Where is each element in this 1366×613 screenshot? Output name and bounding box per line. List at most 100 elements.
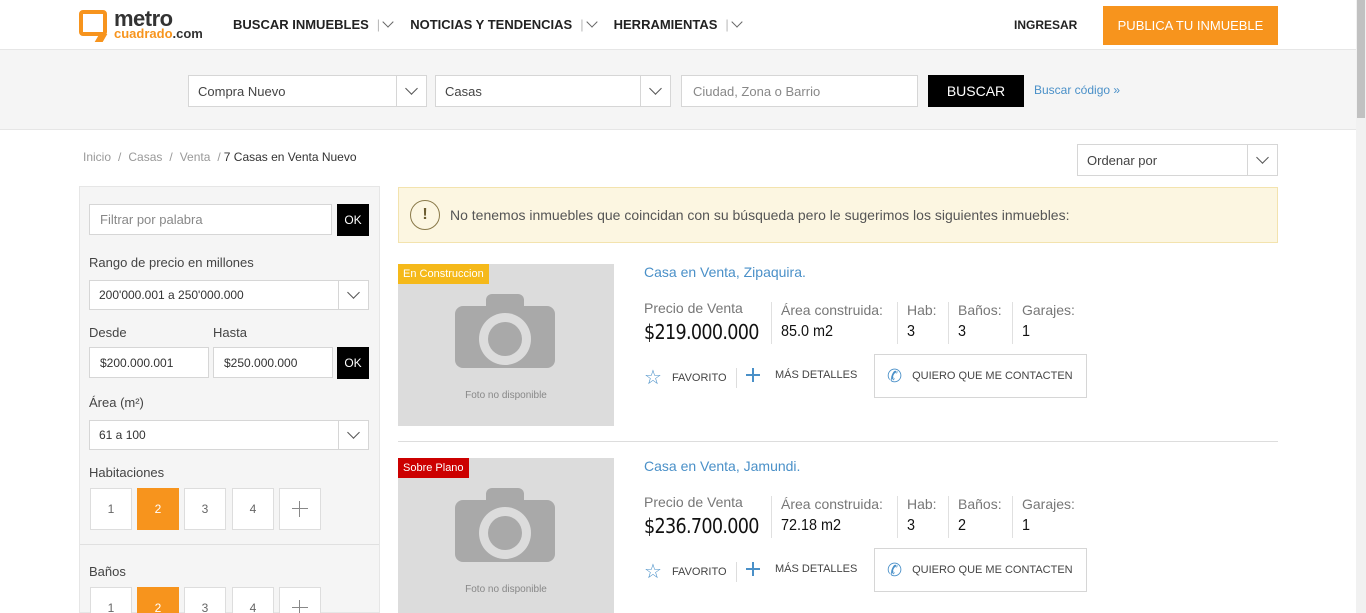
breadcrumb-item-inicio[interactable]: Inicio — [83, 150, 111, 164]
breadcrumb-separator: / — [169, 150, 173, 164]
spec-value: 1 — [1022, 517, 1031, 534]
rooms-more-button[interactable] — [279, 488, 321, 530]
filter-sidebar: Filtrar por palabra OK Rango de precio e… — [79, 186, 380, 613]
more-details-button[interactable]: MÁS DETALLES — [746, 368, 857, 382]
nav-separator: | — [725, 17, 729, 32]
baths-title: Baños — [89, 564, 126, 579]
spec-baths: Baños: 3 — [948, 302, 1002, 344]
nav-buscar-inmuebles[interactable]: BUSCAR INMUEBLES | — [233, 16, 394, 32]
photo-caption: Foto no disponible — [465, 584, 547, 595]
scrollbar-thumb[interactable] — [1357, 0, 1365, 118]
listing-photo[interactable]: Foto no disponible Sobre Plano — [398, 458, 614, 613]
baths-option-3[interactable]: 3 — [184, 587, 226, 613]
chevron-down-icon — [640, 76, 670, 106]
chevron-down-icon — [396, 76, 426, 106]
price-to-input[interactable]: $250.000.000 — [213, 347, 333, 378]
price-label: Precio de Venta — [644, 300, 743, 316]
contact-button[interactable]: ✆ QUIERO QUE ME CONTACTEN — [874, 354, 1087, 398]
listing-title[interactable]: Casa en Venta, Zipaquira. — [644, 264, 806, 280]
sort-label: Ordenar por — [1087, 152, 1158, 168]
contact-label: QUIERO QUE ME CONTACTEN — [912, 564, 1073, 576]
spec-value: 1 — [1022, 323, 1031, 340]
spec-label: Baños: — [958, 302, 1002, 318]
area-select[interactable]: 61 a 100 — [89, 420, 369, 450]
spec-garages: Garajes: 1 — [1012, 302, 1075, 344]
spec-area: Área construida: 85.0 m2 — [771, 302, 883, 344]
baths-more-button[interactable] — [279, 587, 321, 613]
price-from-input[interactable]: $200.000.001 — [89, 347, 209, 378]
listing-photo[interactable]: Foto no disponible En Construccion — [398, 264, 614, 426]
chevron-down-icon — [731, 16, 743, 28]
breadcrumb-item-venta[interactable]: Venta — [180, 150, 211, 164]
to-label: Hasta — [213, 325, 247, 340]
listing-card: Foto no disponible En Construccion Casa … — [398, 264, 1278, 426]
rooms-option-3[interactable]: 3 — [184, 488, 226, 530]
rooms-option-4[interactable]: 4 — [232, 488, 274, 530]
listing-price: $219.000.000 — [644, 320, 759, 344]
publish-button[interactable]: PUBLICA TU INMUEBLE — [1103, 6, 1278, 45]
baths-option-1[interactable]: 1 — [90, 587, 132, 613]
area-value: 61 a 100 — [99, 428, 146, 442]
price-to-value: $250.000.000 — [224, 355, 298, 370]
spec-value: 3 — [907, 323, 916, 340]
keyword-ok-button[interactable]: OK — [337, 204, 369, 236]
logo-icon — [79, 10, 107, 36]
listing-divider — [398, 441, 1278, 442]
nav-herramientas[interactable]: HERRAMIENTAS | — [614, 16, 743, 32]
site-logo[interactable]: metro cuadrado.com — [79, 6, 219, 42]
contact-label: QUIERO QUE ME CONTACTEN — [912, 370, 1073, 382]
price-range-select[interactable]: 200'000.001 a 250'000.000 — [89, 280, 369, 310]
operation-value: Compra Nuevo — [198, 83, 286, 99]
type-value: Casas — [445, 83, 482, 99]
breadcrumb-item-casas[interactable]: Casas — [128, 150, 162, 164]
sort-select[interactable]: Ordenar por — [1077, 144, 1278, 176]
favorite-label: FAVORITO — [671, 372, 727, 384]
breadcrumb-separator: / — [118, 150, 122, 164]
price-from-value: $200.000.001 — [100, 355, 174, 370]
star-icon: ☆ — [644, 561, 662, 583]
status-badge: Sobre Plano — [398, 458, 469, 478]
favorite-button[interactable]: ☆ FAVORITO — [644, 368, 727, 388]
operation-select[interactable]: Compra Nuevo — [188, 75, 427, 107]
keyword-placeholder: Filtrar por palabra — [100, 212, 203, 227]
rooms-option-1[interactable]: 1 — [90, 488, 132, 530]
location-input[interactable]: Ciudad, Zona o Barrio — [681, 75, 918, 107]
price-label: Precio de Venta — [644, 494, 743, 510]
spec-area: Área construida: 72.18 m2 — [771, 496, 883, 538]
spec-label: Garajes: — [1022, 496, 1075, 512]
chevron-down-icon — [338, 281, 368, 309]
search-button[interactable]: BUSCAR — [928, 75, 1024, 107]
price-ok-button[interactable]: OK — [337, 347, 369, 379]
spec-garages: Garajes: 1 — [1012, 496, 1075, 538]
login-link[interactable]: INGRESAR — [1014, 18, 1077, 32]
search-code-link[interactable]: Buscar código » — [1034, 83, 1120, 97]
type-select[interactable]: Casas — [435, 75, 671, 107]
keyword-filter-input[interactable]: Filtrar por palabra — [89, 204, 332, 235]
spec-label: Garajes: — [1022, 302, 1075, 318]
more-details-button[interactable]: MÁS DETALLES — [746, 562, 857, 576]
plus-icon — [292, 501, 308, 517]
breadcrumb-separator: / — [217, 150, 221, 164]
rooms-option-2[interactable]: 2 — [137, 488, 179, 530]
chevron-down-icon — [585, 16, 598, 28]
baths-option-2[interactable]: 2 — [137, 587, 179, 613]
contact-button[interactable]: ✆ QUIERO QUE ME CONTACTEN — [874, 548, 1087, 592]
action-separator — [736, 368, 737, 388]
logo-tld: .com — [172, 26, 203, 41]
spec-label: Área construida: — [781, 302, 883, 318]
plus-icon — [746, 562, 760, 576]
phone-icon: ✆ — [887, 365, 903, 386]
location-placeholder: Ciudad, Zona o Barrio — [693, 83, 821, 99]
from-label: Desde — [89, 325, 127, 340]
favorite-button[interactable]: ☆ FAVORITO — [644, 562, 727, 582]
nav-label: BUSCAR INMUEBLES — [233, 17, 369, 32]
spec-label: Hab: — [907, 496, 937, 512]
nav-noticias[interactable]: NOTICIAS Y TENDENCIAS | — [410, 16, 598, 32]
star-icon: ☆ — [644, 367, 662, 389]
plus-icon — [292, 600, 308, 613]
baths-option-4[interactable]: 4 — [232, 587, 274, 613]
listing-title[interactable]: Casa en Venta, Jamundi. — [644, 458, 800, 474]
area-title: Área (m²) — [89, 395, 144, 410]
spec-label: Área construida: — [781, 496, 883, 512]
listing-card: Foto no disponible Sobre Plano Casa en V… — [398, 458, 1278, 613]
